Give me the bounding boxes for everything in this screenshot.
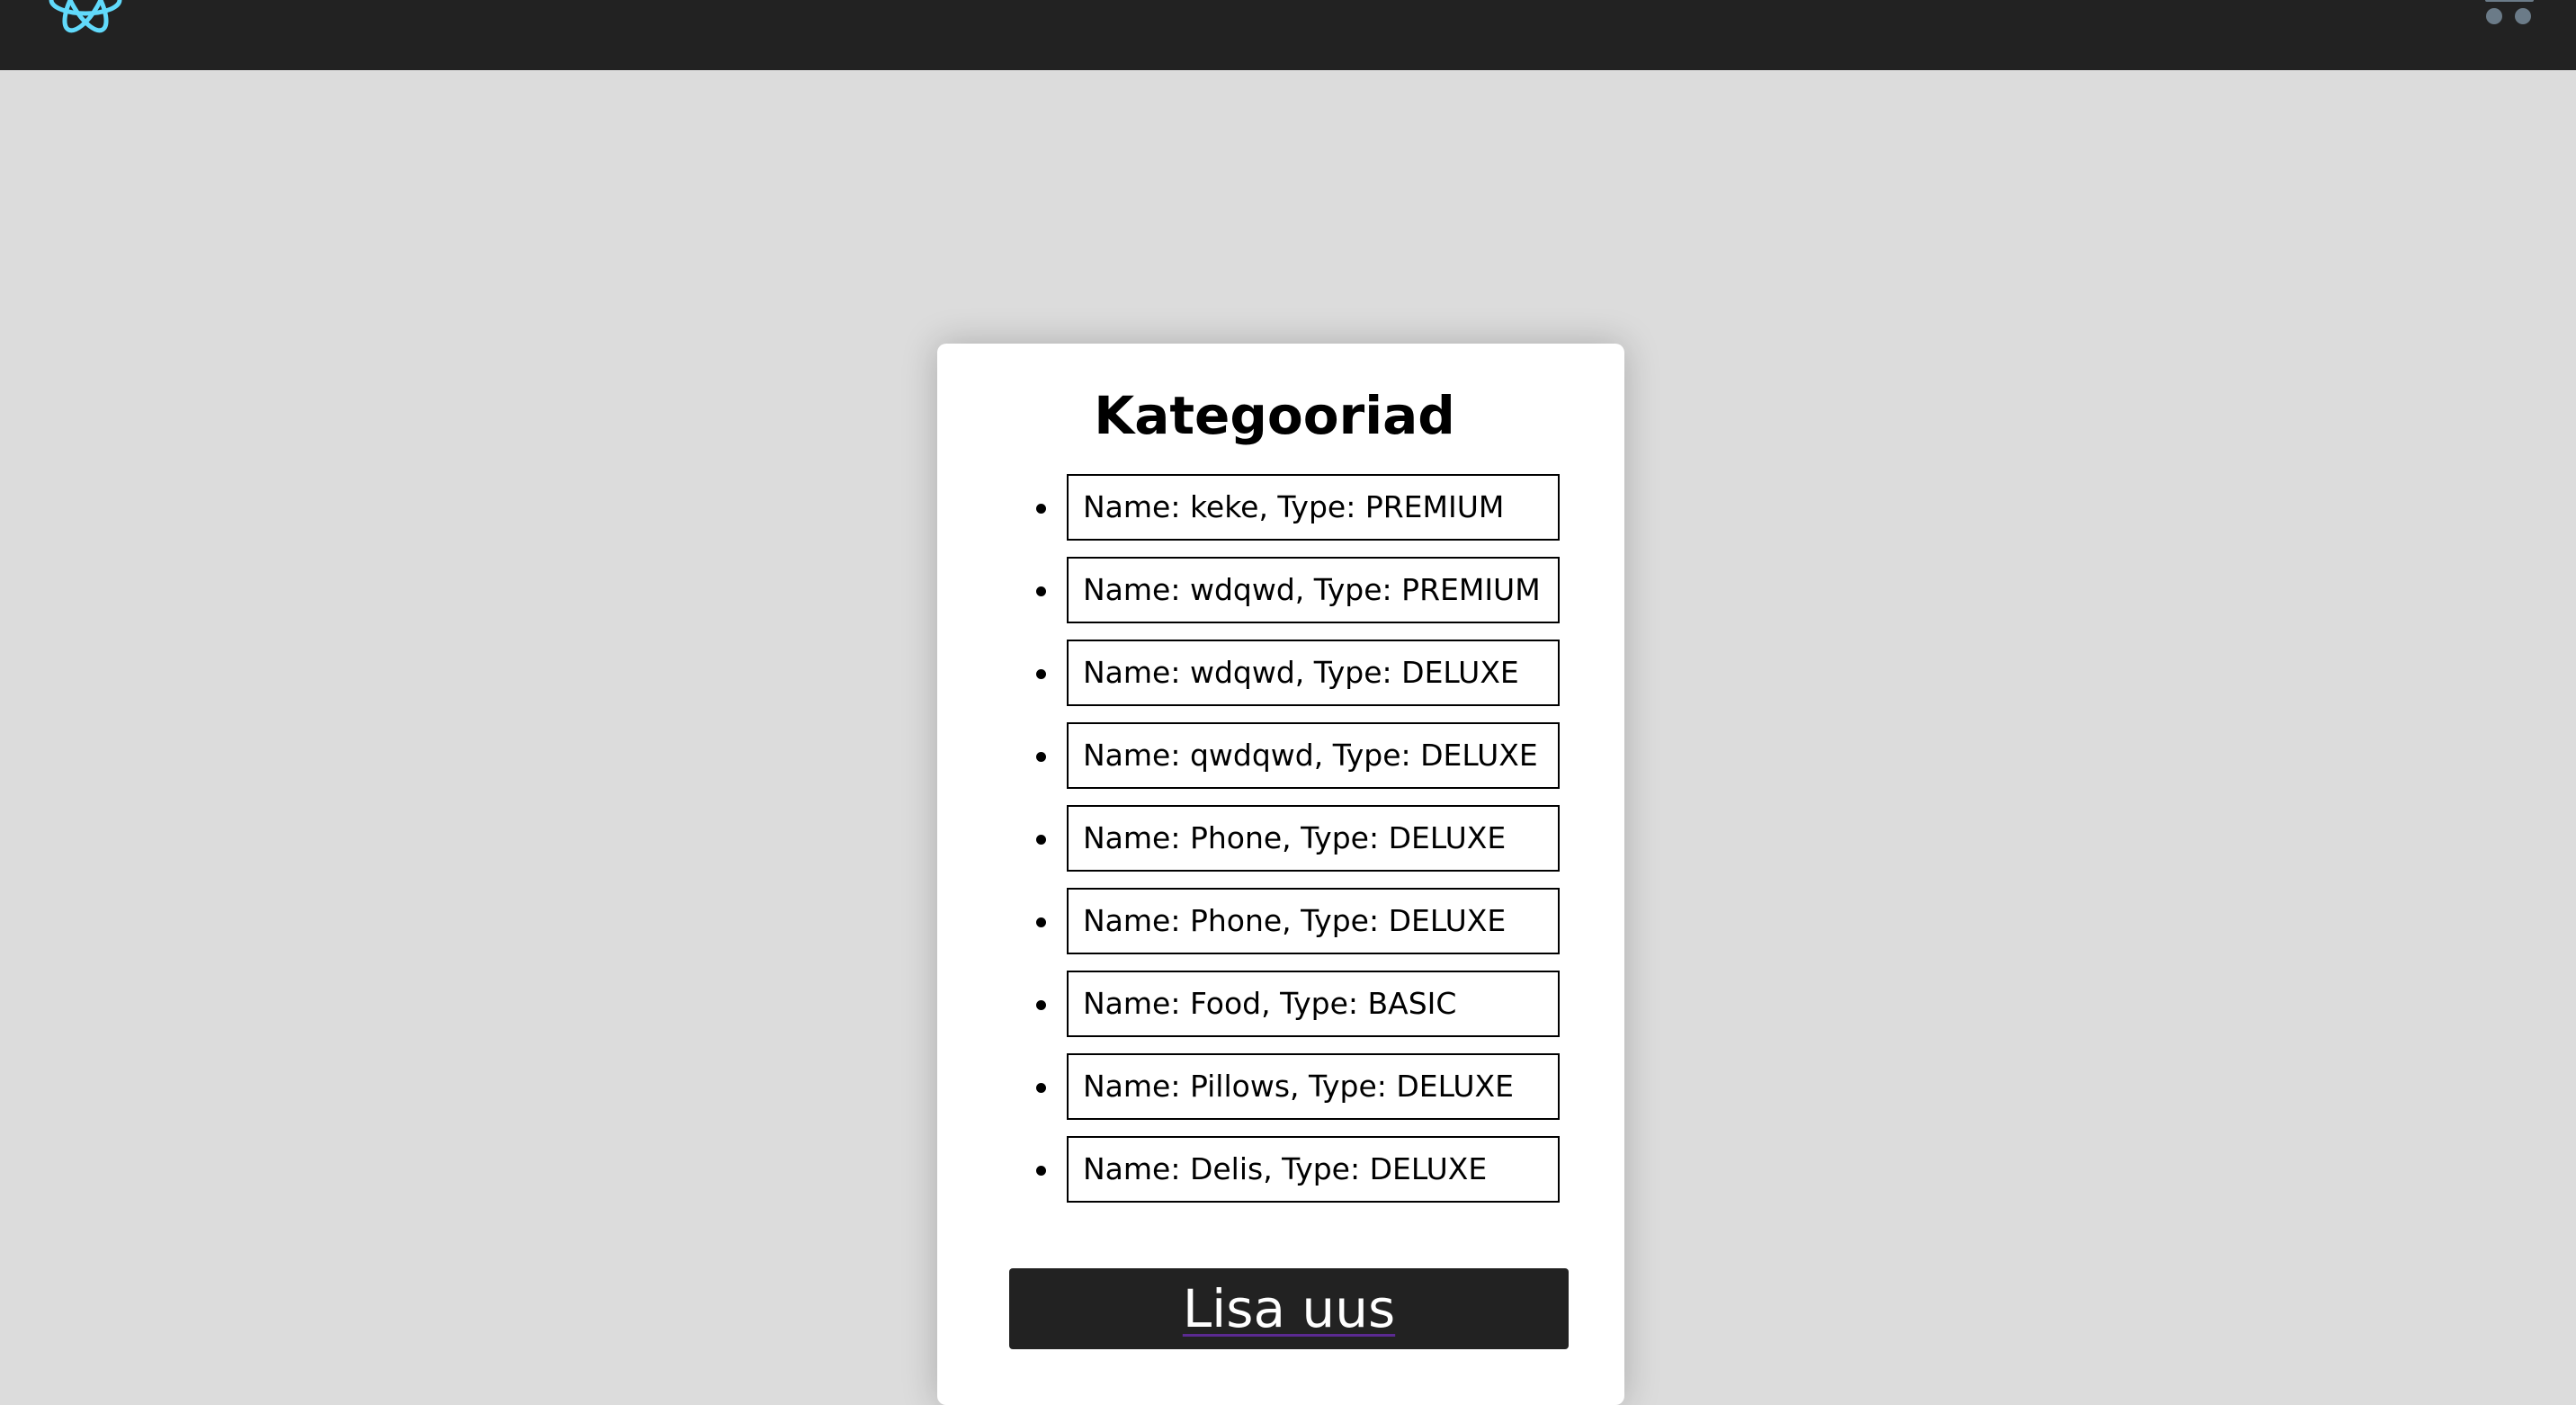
list-item: Name: Phone, Type: DELUXE [937, 805, 1624, 872]
bullet-icon [1036, 917, 1046, 927]
list-item: Name: keke, Type: PREMIUM [937, 474, 1624, 541]
category-item[interactable]: Name: Pillows, Type: DELUXE [1067, 1053, 1560, 1120]
nav-link[interactable] [1740, 0, 1760, 4]
bullet-icon [1036, 1000, 1046, 1010]
category-item[interactable]: Name: wdqwd, Type: DELUXE [1067, 640, 1560, 706]
list-item: Name: Delis, Type: DELUXE [937, 1136, 1624, 1203]
category-item[interactable]: Name: Delis, Type: DELUXE [1067, 1136, 1560, 1203]
category-item[interactable]: Name: qwdqwd, Type: DELUXE [1067, 722, 1560, 789]
category-item[interactable]: Name: Phone, Type: DELUXE [1067, 805, 1560, 872]
add-new-button[interactable]: Lisa uus [1009, 1268, 1569, 1349]
bullet-icon [1036, 752, 1046, 762]
bullet-icon [1036, 669, 1046, 679]
category-item[interactable]: Name: Food, Type: BASIC [1067, 971, 1560, 1037]
bullet-icon [1036, 835, 1046, 845]
top-navbar [0, 0, 2576, 70]
list-item: Name: qwdqwd, Type: DELUXE [937, 722, 1624, 789]
react-logo-icon[interactable] [45, 0, 126, 36]
list-item: Name: wdqwd, Type: DELUXE [937, 640, 1624, 706]
category-item[interactable]: Name: Phone, Type: DELUXE [1067, 888, 1560, 954]
bullet-icon [1036, 1166, 1046, 1176]
list-item: Name: Food, Type: BASIC [937, 971, 1624, 1037]
page-title: Kategooriad [1094, 385, 1455, 446]
bullet-icon [1036, 1083, 1046, 1093]
bullet-icon [1036, 504, 1046, 514]
bullet-icon [1036, 586, 1046, 596]
category-item[interactable]: Name: wdqwd, Type: PREMIUM [1067, 557, 1560, 623]
list-item: Name: wdqwd, Type: PREMIUM [937, 557, 1624, 623]
shopping-cart-icon[interactable] [2478, 0, 2541, 27]
list-item: Name: Phone, Type: DELUXE [937, 888, 1624, 954]
category-item[interactable]: Name: keke, Type: PREMIUM [1067, 474, 1560, 541]
add-new-link[interactable]: Lisa uus [1183, 1268, 1395, 1349]
list-item: Name: Pillows, Type: DELUXE [937, 1053, 1624, 1120]
category-list: Name: keke, Type: PREMIUM Name: wdqwd, T… [937, 474, 1624, 1219]
categories-card: Kategooriad Name: keke, Type: PREMIUM Na… [937, 344, 1624, 1405]
